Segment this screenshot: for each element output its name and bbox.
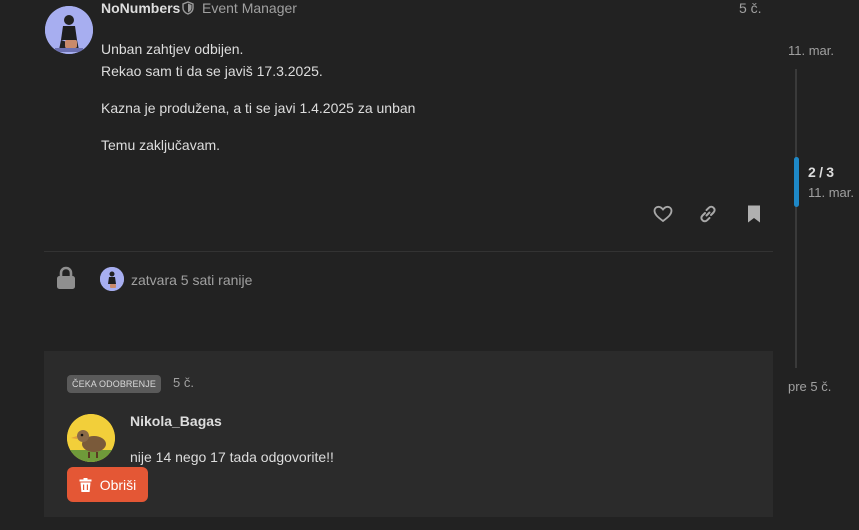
post-divider: [44, 251, 773, 252]
timeline-start-date[interactable]: 11. mar.: [788, 43, 834, 59]
post-username[interactable]: NoNumbers: [101, 0, 180, 16]
post-line: Unban zahtjev odbijen.: [101, 41, 244, 57]
post-user-title: Event Manager: [202, 0, 297, 16]
lock-icon: [55, 266, 77, 295]
trash-icon: [79, 477, 92, 492]
pending-username[interactable]: Nikola_Bagas: [130, 413, 222, 429]
pending-text: nije 14 nego 17 tada odgovorite!!: [130, 449, 334, 465]
small-action-text: zatvara 5 sati ranije: [131, 272, 253, 288]
post-line: Rekao sam ti da se javiš 17.3.2025.: [101, 63, 323, 79]
bookmark-icon: [748, 205, 760, 223]
pending-badge: ČEKA ODOBRENJE: [67, 375, 161, 393]
link-icon: [700, 205, 716, 223]
small-action-avatar[interactable]: [100, 267, 124, 291]
post-date[interactable]: 5 č.: [739, 0, 762, 16]
timeline-end-label[interactable]: pre 5 č.: [788, 379, 831, 395]
like-button[interactable]: [652, 203, 674, 225]
post-line: Temu zaključavam.: [101, 137, 221, 153]
pending-user-avatar[interactable]: [67, 414, 115, 462]
timeline-track[interactable]: [795, 69, 797, 368]
bird-avatar-icon: [67, 414, 115, 462]
avatar-figure-icon: [45, 6, 93, 54]
copy-link-button[interactable]: [697, 203, 719, 225]
user-avatar[interactable]: [45, 6, 93, 54]
pending-date: 5 č.: [173, 375, 194, 390]
bookmark-button[interactable]: [743, 203, 765, 225]
shield-icon: [182, 1, 194, 20]
delete-button[interactable]: Obriši: [67, 467, 148, 502]
timeline-scroller-handle[interactable]: [794, 157, 799, 207]
heart-icon: [653, 205, 673, 223]
timeline-current-date: 11. mar.: [808, 185, 855, 200]
delete-button-label: Obriši: [99, 476, 137, 493]
avatar-figure-icon: [100, 267, 124, 291]
timeline-position: 2 / 3: [808, 164, 834, 180]
post-line: Kazna je produžena, a ti se javi 1.4.202…: [101, 100, 416, 116]
